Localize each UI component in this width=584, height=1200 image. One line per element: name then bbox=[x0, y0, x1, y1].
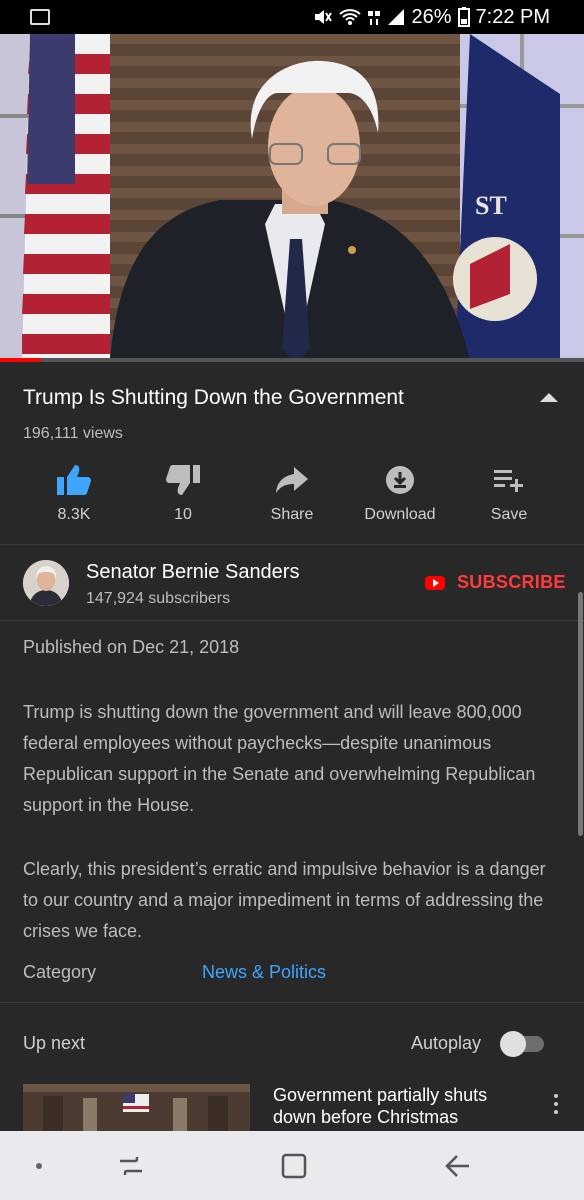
scrollbar[interactable] bbox=[578, 592, 583, 836]
video-title: Trump Is Shutting Down the Government bbox=[23, 386, 404, 409]
thumbs-down-icon bbox=[166, 465, 200, 495]
more-options-icon[interactable] bbox=[554, 1094, 558, 1118]
system-nav-bar bbox=[0, 1131, 584, 1200]
subscribe-button[interactable]: SUBSCRIBE bbox=[425, 572, 566, 593]
status-bar: 26% 7:22 PM bbox=[0, 0, 584, 34]
lte-icon bbox=[368, 11, 381, 25]
next-video-thumbnail[interactable] bbox=[23, 1084, 250, 1134]
autoplay-label: Autoplay bbox=[411, 1033, 482, 1053]
thumbnail-image bbox=[23, 1084, 250, 1134]
dislike-button[interactable]: 10 bbox=[128, 458, 238, 524]
nav-dot-icon[interactable] bbox=[36, 1163, 42, 1169]
video-progress-fill bbox=[0, 358, 41, 362]
video-player[interactable]: ST bbox=[0, 34, 584, 360]
autoplay-toggle-knob bbox=[500, 1031, 526, 1057]
subscriber-count: 147,924 subscribers bbox=[86, 590, 231, 607]
home-icon[interactable] bbox=[281, 1153, 307, 1179]
share-label: Share bbox=[270, 506, 314, 523]
collapse-description-icon[interactable] bbox=[540, 393, 558, 402]
view-count: 196,111 views bbox=[23, 425, 123, 442]
recents-icon[interactable] bbox=[118, 1155, 144, 1177]
battery-icon bbox=[457, 7, 470, 27]
autoplay-toggle[interactable] bbox=[500, 1031, 544, 1057]
description-paragraph: Trump is shutting down the government an… bbox=[23, 702, 536, 815]
svg-text:ST: ST bbox=[475, 191, 507, 220]
like-count: 8.3K bbox=[57, 506, 91, 523]
us-flag bbox=[22, 34, 110, 360]
share-button[interactable]: Share bbox=[237, 458, 347, 524]
signal-icon bbox=[388, 9, 405, 25]
description-paragraph: Clearly, this president’s erratic and im… bbox=[23, 859, 546, 941]
published-date: Published on Dec 21, 2018 bbox=[23, 637, 240, 657]
channel-avatar[interactable] bbox=[23, 560, 69, 606]
save-button[interactable]: Save bbox=[454, 458, 564, 524]
divider bbox=[0, 1002, 584, 1003]
playlist-add-icon bbox=[494, 470, 523, 492]
thumbs-up-icon bbox=[57, 465, 91, 495]
dislike-count: 10 bbox=[174, 506, 192, 523]
clock: 7:22 PM bbox=[475, 5, 550, 28]
download-button[interactable]: Download bbox=[345, 458, 455, 524]
save-label: Save bbox=[490, 506, 528, 523]
divider bbox=[0, 544, 584, 545]
download-label: Download bbox=[364, 506, 436, 523]
wifi-icon bbox=[339, 9, 362, 25]
next-video-title[interactable]: Government partially shuts down before C… bbox=[273, 1084, 533, 1128]
download-icon bbox=[386, 466, 414, 494]
battery-percent: 26% bbox=[411, 5, 452, 28]
category-link[interactable]: News & Politics bbox=[202, 962, 326, 983]
subscribe-label: SUBSCRIBE bbox=[457, 572, 566, 592]
like-button[interactable]: 8.3K bbox=[19, 458, 129, 524]
youtube-logo-icon bbox=[425, 575, 445, 590]
channel-name[interactable]: Senator Bernie Sanders bbox=[86, 561, 299, 584]
video-frame: ST bbox=[0, 34, 584, 360]
video-progress-bar[interactable] bbox=[0, 358, 584, 362]
avatar-image bbox=[23, 560, 69, 606]
gallery-notification-icon bbox=[30, 9, 50, 25]
category-label: Category bbox=[23, 962, 97, 982]
divider bbox=[0, 620, 584, 621]
share-icon bbox=[276, 467, 308, 493]
mute-icon bbox=[315, 10, 333, 24]
back-icon[interactable] bbox=[445, 1154, 471, 1178]
up-next-label: Up next bbox=[23, 1033, 86, 1053]
action-row: 8.3K 10 Share Download Save bbox=[0, 458, 584, 528]
